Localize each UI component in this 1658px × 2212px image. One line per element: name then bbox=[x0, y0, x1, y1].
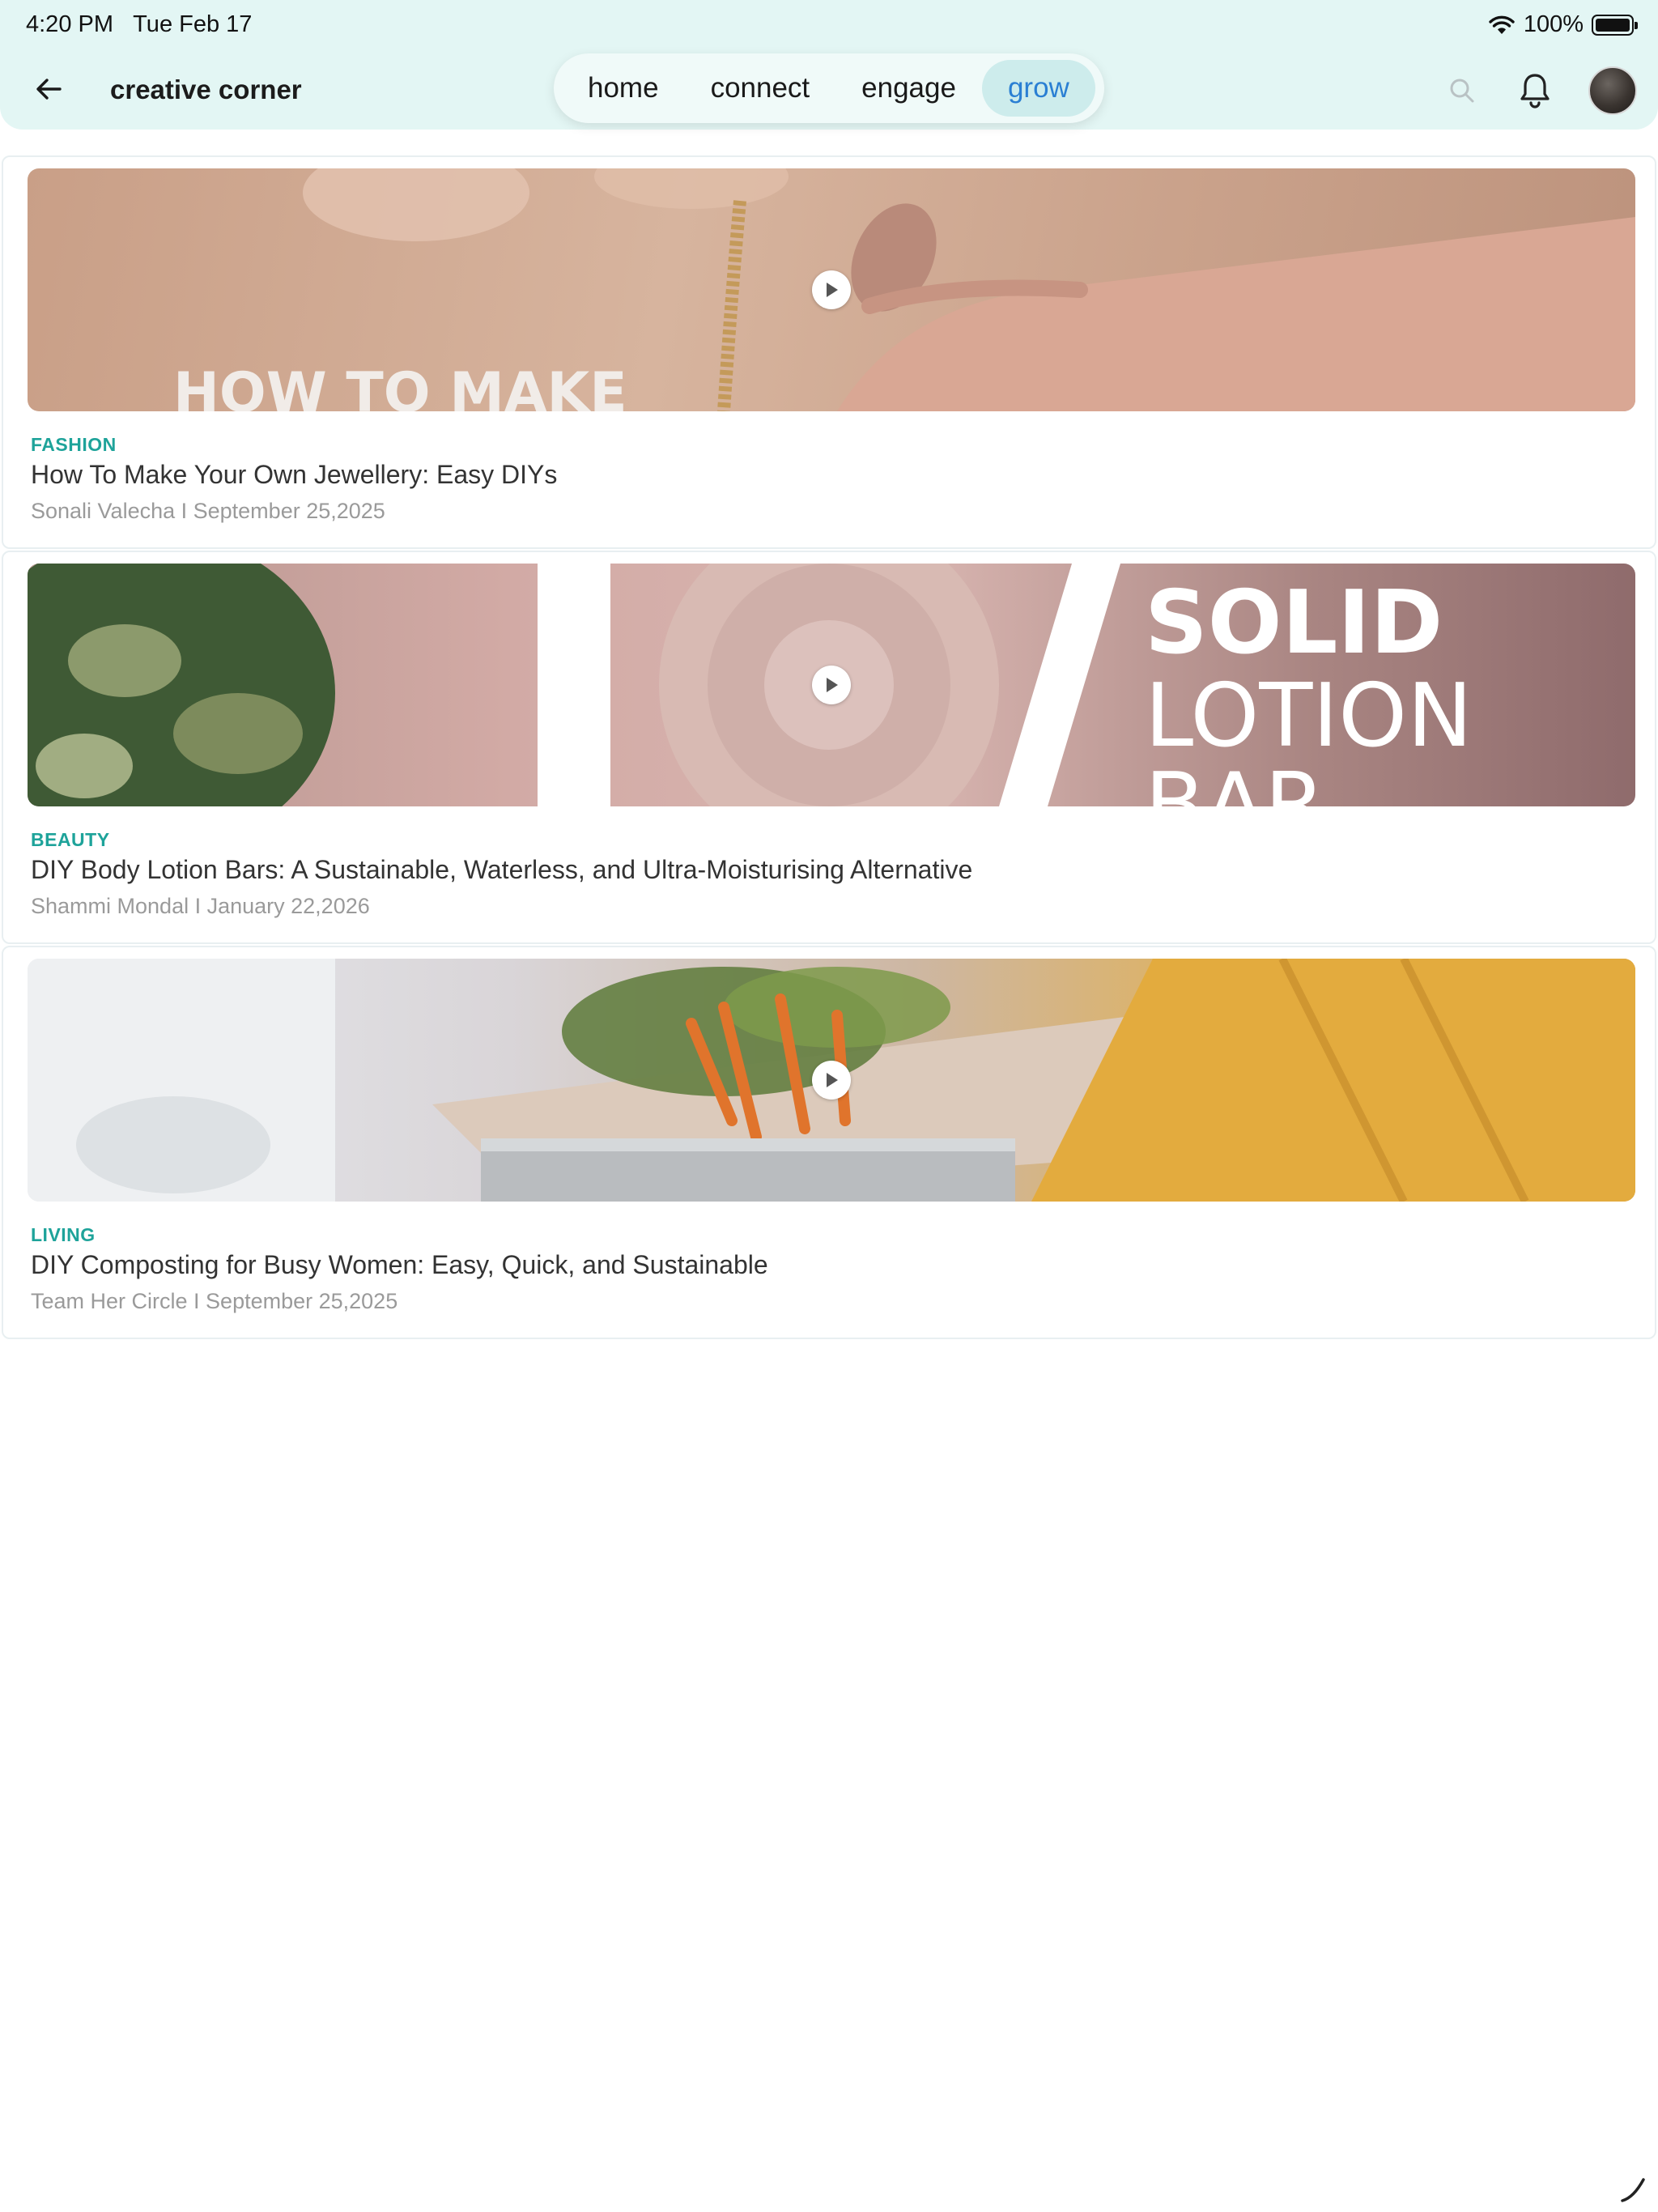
article-title[interactable]: DIY Composting for Busy Women: Easy, Qui… bbox=[31, 1250, 768, 1280]
avatar[interactable] bbox=[1588, 66, 1637, 115]
thumb-overlay-text: LOTION bbox=[1145, 666, 1473, 767]
page-title: creative corner bbox=[110, 74, 302, 104]
arrow-left-icon bbox=[36, 79, 62, 100]
article-meta: Shammi Mondal I January 22,2026 bbox=[31, 894, 370, 918]
article-meta: Team Her Circle I September 25,2025 bbox=[31, 1289, 398, 1313]
article-meta: Sonali Valecha I September 25,2025 bbox=[31, 499, 385, 523]
article-card[interactable]: LIVING DIY Composting for Busy Women: Ea… bbox=[2, 946, 1656, 1339]
tab-engage[interactable]: engage bbox=[835, 60, 982, 117]
article-card[interactable]: SOLID LOTION BAR BEAUTY DIY Body Lotion … bbox=[2, 551, 1656, 944]
play-icon bbox=[827, 678, 838, 692]
header-actions bbox=[1443, 66, 1637, 115]
article-category[interactable]: LIVING bbox=[31, 1224, 96, 1246]
article-category[interactable]: FASHION bbox=[31, 434, 117, 456]
wifi-icon bbox=[1489, 15, 1515, 34]
search-icon bbox=[1450, 79, 1474, 103]
status-time: 4:20 PM Tue Feb 17 bbox=[26, 11, 252, 38]
search-button[interactable] bbox=[1443, 71, 1482, 110]
thumb-overlay-text: HOW TO MAKE bbox=[173, 361, 627, 411]
article-category[interactable]: BEAUTY bbox=[31, 829, 110, 851]
battery-percent: 100% bbox=[1523, 11, 1584, 37]
play-button[interactable] bbox=[812, 270, 851, 309]
top-header: 4:20 PM Tue Feb 17 100% creative corner … bbox=[0, 0, 1658, 130]
article-title[interactable]: How To Make Your Own Jewellery: Easy DIY… bbox=[31, 460, 557, 490]
tab-home[interactable]: home bbox=[562, 60, 685, 117]
status-bar: 4:20 PM Tue Feb 17 100% bbox=[0, 0, 1658, 52]
status-time-text: 4:20 PM bbox=[26, 11, 113, 37]
article-card[interactable]: HOW TO MAKE FASHION How To Make Your Own… bbox=[2, 155, 1656, 549]
play-button[interactable] bbox=[812, 1061, 851, 1100]
main-nav: home connect engage grow bbox=[554, 53, 1104, 123]
thumb-overlay-text: SOLID bbox=[1145, 572, 1443, 674]
bell-icon bbox=[1520, 74, 1550, 108]
battery-icon bbox=[1592, 14, 1638, 36]
article-thumbnail[interactable]: HOW TO MAKE bbox=[28, 168, 1635, 411]
notifications-button[interactable] bbox=[1516, 71, 1554, 110]
tab-grow[interactable]: grow bbox=[981, 60, 1095, 117]
back-button[interactable] bbox=[29, 70, 68, 108]
status-indicators: 100% bbox=[1488, 11, 1638, 38]
article-title[interactable]: DIY Body Lotion Bars: A Sustainable, Wat… bbox=[31, 855, 972, 885]
tab-connect[interactable]: connect bbox=[685, 60, 836, 117]
status-date-text: Tue Feb 17 bbox=[133, 11, 253, 37]
play-icon bbox=[827, 1073, 838, 1087]
thumb-overlay-text: BAR bbox=[1145, 755, 1325, 806]
article-thumbnail[interactable] bbox=[28, 959, 1635, 1202]
play-button[interactable] bbox=[812, 666, 851, 704]
play-icon bbox=[827, 283, 838, 297]
resize-handle-icon[interactable] bbox=[1616, 2172, 1648, 2204]
article-thumbnail[interactable]: SOLID LOTION BAR bbox=[28, 564, 1635, 806]
